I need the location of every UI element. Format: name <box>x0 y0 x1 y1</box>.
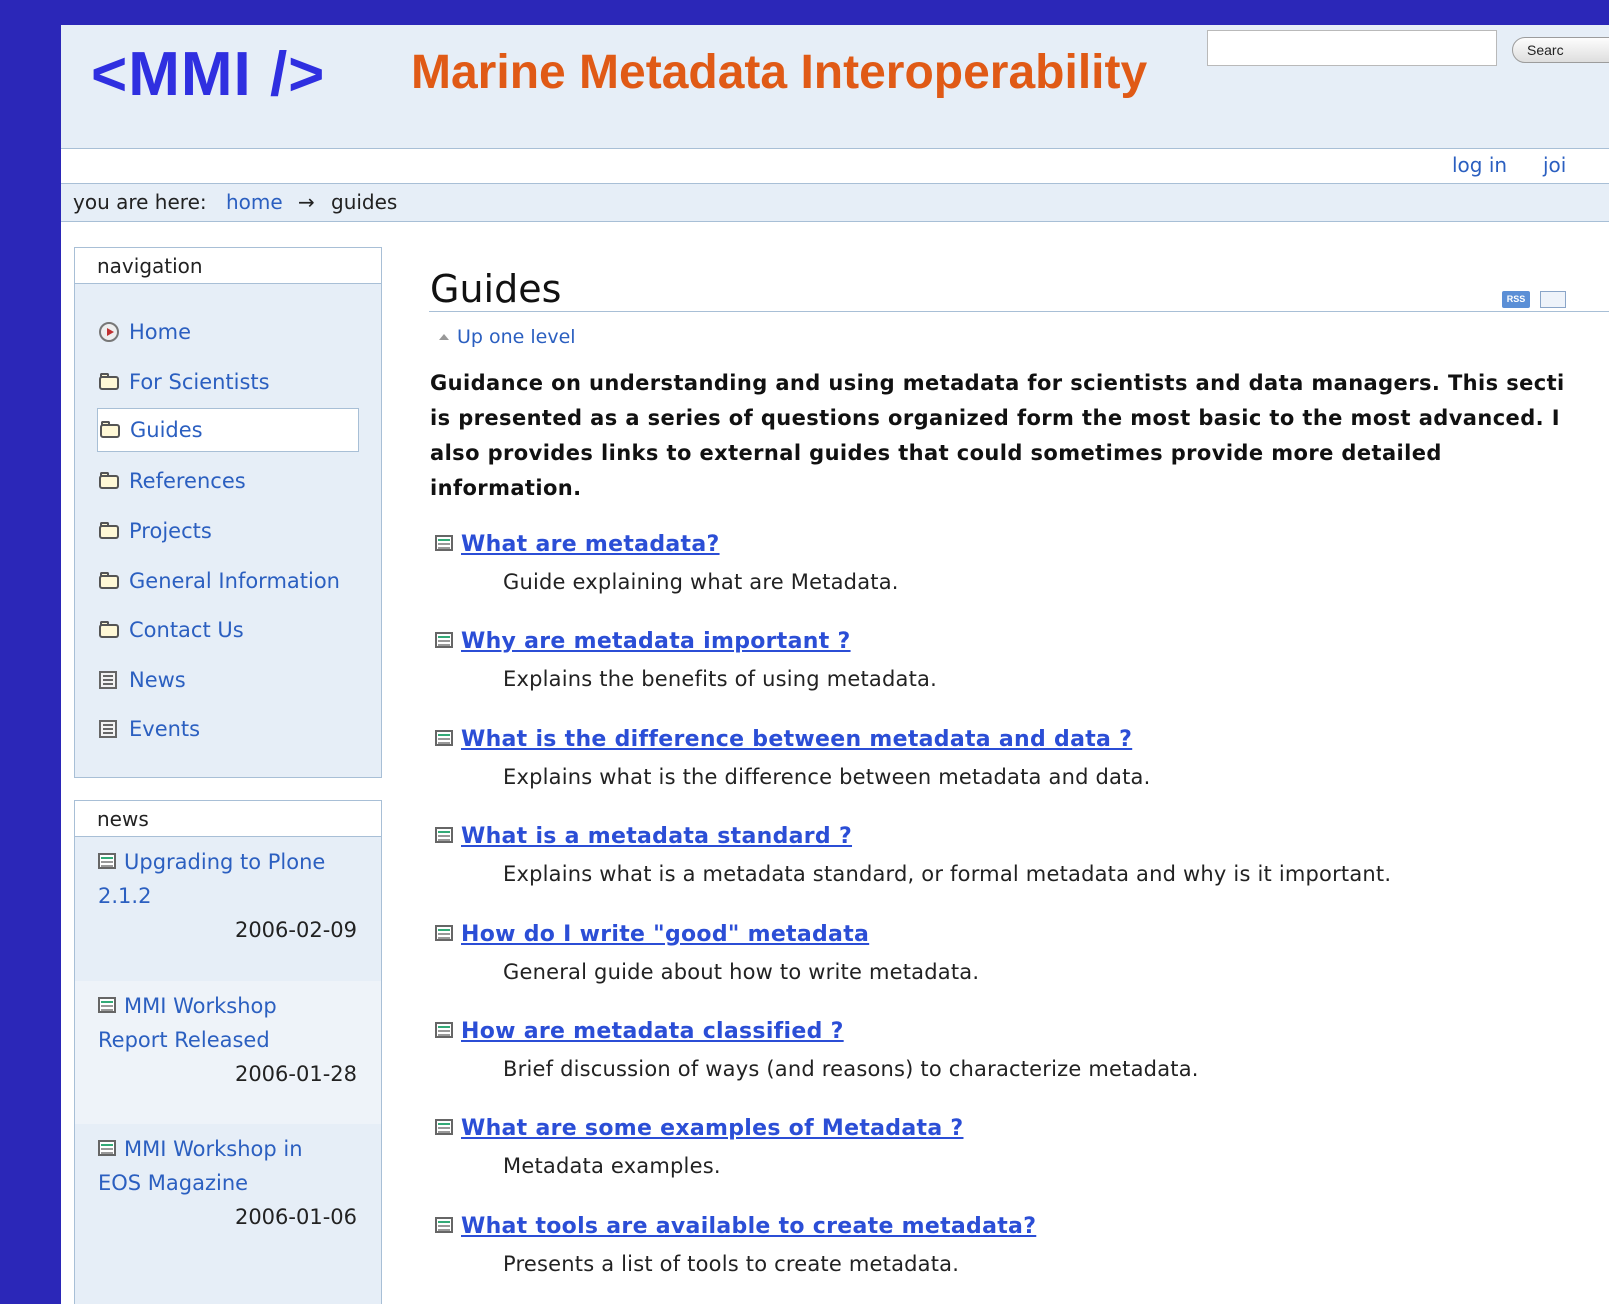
news-item: MMI Workshop Report Released 2006-01-28 <box>75 981 381 1124</box>
up-arrow-icon <box>439 334 449 340</box>
nav-item-guides[interactable]: Guides <box>97 408 359 452</box>
folder-icon <box>99 372 123 392</box>
search-input[interactable] <box>1207 30 1497 66</box>
guide-item: Why are metadata important ? Explains th… <box>435 629 1609 691</box>
left-column: navigation Home For Scientists Guides Re… <box>61 222 384 1304</box>
page-title: Guides <box>430 267 562 311</box>
nav-item-general-information[interactable]: General Information <box>97 559 359 603</box>
document-icon <box>435 535 455 553</box>
nav-item-projects[interactable]: Projects <box>97 509 359 553</box>
document-icon <box>435 1022 455 1040</box>
guide-link[interactable]: How do I write "good" metadata <box>461 922 869 947</box>
search-button[interactable]: Searc <box>1512 37 1609 63</box>
breadcrumb-arrow: → <box>298 190 315 214</box>
news-item: Upgrading to Plone 2.1.2 2006-02-09 <box>75 845 381 947</box>
site-header: <MMI /> Marine Metadata Interoperability… <box>61 25 1609 149</box>
document-icon <box>435 1119 455 1137</box>
news-portlet-title: news <box>75 801 381 837</box>
guide-link[interactable]: What is a metadata standard ? <box>461 824 852 849</box>
guide-description: Explains what is a metadata standard, or… <box>503 862 1392 886</box>
guide-description: General guide about how to write metadat… <box>503 960 980 984</box>
news-item-icon <box>98 997 118 1015</box>
guide-link[interactable]: What are metadata? <box>461 532 720 557</box>
nav-item-label: References <box>129 469 246 493</box>
nav-item-label: For Scientists <box>129 370 270 394</box>
news-item: MMI Workshop in EOS Magazine 2006-01-06 <box>75 1132 381 1234</box>
guide-item: What is a metadata standard ? Explains w… <box>435 824 1609 886</box>
folder-icon <box>99 521 123 541</box>
guide-item: How do I write "good" metadata General g… <box>435 922 1609 984</box>
nav-item-label: News <box>129 668 186 692</box>
page-description: Guidance on understanding and using meta… <box>430 371 1565 500</box>
nav-item-references[interactable]: References <box>97 459 359 503</box>
site-logo[interactable]: <MMI /> <box>91 39 325 110</box>
guide-description: Explains the benefits of using metadata. <box>503 667 937 691</box>
guide-link[interactable]: What tools are available to create metad… <box>461 1214 1036 1239</box>
nav-item-news[interactable]: News <box>97 658 359 702</box>
guide-description: Brief discussion of ways (and reasons) t… <box>503 1057 1199 1081</box>
guide-link[interactable]: What is the difference between metadata … <box>461 727 1132 752</box>
guide-item: What are metadata? Guide explaining what… <box>435 532 1609 594</box>
join-link[interactable]: joi <box>1543 153 1566 177</box>
nav-item-label: Projects <box>129 519 212 543</box>
news-portlet: news Upgrading to Plone 2.1.2 2006-02-09 … <box>74 800 382 1304</box>
document-icon <box>435 925 455 943</box>
nav-item-label: Guides <box>130 418 203 442</box>
news-item-link[interactable]: Upgrading to Plone 2.1.2 <box>98 850 325 908</box>
document-icon <box>435 730 455 748</box>
folder-icon <box>99 571 123 591</box>
guide-link[interactable]: What are some examples of Metadata ? <box>461 1116 963 1141</box>
home-icon <box>99 322 123 342</box>
browser-page: <MMI /> Marine Metadata Interoperability… <box>61 25 1609 1304</box>
guide-item: What is the difference between metadata … <box>435 727 1609 789</box>
nav-item-home[interactable]: Home <box>97 310 359 354</box>
guide-description: Presents a list of tools to create metad… <box>503 1252 960 1276</box>
nav-item-label: Home <box>129 320 192 344</box>
folder-icon <box>99 620 123 640</box>
personal-bar: log in joi <box>61 149 1609 184</box>
breadcrumb: you are here: home → guides <box>61 184 1609 222</box>
guide-description: Explains what is the difference between … <box>503 765 1151 789</box>
login-link[interactable]: log in <box>1452 153 1507 177</box>
guide-link[interactable]: How are metadata classified ? <box>461 1019 844 1044</box>
navigation-portlet: navigation Home For Scientists Guides Re… <box>74 247 382 778</box>
guide-item: What tools are available to create metad… <box>435 1214 1609 1276</box>
title-divider <box>429 311 1609 312</box>
nav-item-events[interactable]: Events <box>97 707 359 751</box>
nav-item-contact-us[interactable]: Contact Us <box>97 608 359 652</box>
guide-description: Guide explaining what are Metadata. <box>503 570 899 594</box>
guide-item: How are metadata classified ? Brief disc… <box>435 1019 1609 1081</box>
guide-item: What are some examples of Metadata ? Met… <box>435 1116 1609 1178</box>
news-icon <box>99 719 123 739</box>
news-item-link[interactable]: MMI Workshop Report Released <box>98 994 277 1052</box>
news-item-date: 2006-01-06 <box>234 1205 357 1229</box>
nav-item-label: Events <box>129 717 201 741</box>
news-item-date: 2006-02-09 <box>234 918 357 942</box>
nav-item-label: General Information <box>129 569 340 593</box>
document-icon <box>435 632 455 650</box>
breadcrumb-home-link[interactable]: home <box>226 190 283 214</box>
news-item-icon <box>98 853 118 871</box>
breadcrumb-current: guides <box>331 190 398 214</box>
folder-icon <box>100 420 124 440</box>
nav-item-label: Contact Us <box>129 618 244 642</box>
navigation-portlet-title: navigation <box>75 248 381 284</box>
up-one-level-link[interactable]: Up one level <box>439 326 576 348</box>
document-icon <box>435 1217 455 1235</box>
news-item-date: 2006-01-28 <box>234 1062 357 1086</box>
news-icon <box>99 670 123 690</box>
document-icon <box>435 827 455 845</box>
nav-item-for-scientists[interactable]: For Scientists <box>97 360 359 404</box>
breadcrumb-prefix: you are here: <box>73 190 207 214</box>
site-title[interactable]: Marine Metadata Interoperability <box>411 45 1147 100</box>
guide-link[interactable]: Why are metadata important ? <box>461 629 851 654</box>
guide-description: Metadata examples. <box>503 1154 721 1178</box>
rss-icon[interactable]: RSS <box>1502 291 1530 308</box>
news-item-icon <box>98 1140 118 1158</box>
news-item-link[interactable]: MMI Workshop in EOS Magazine <box>98 1137 303 1195</box>
send-to-icon[interactable] <box>1540 291 1566 308</box>
folder-icon <box>99 471 123 491</box>
